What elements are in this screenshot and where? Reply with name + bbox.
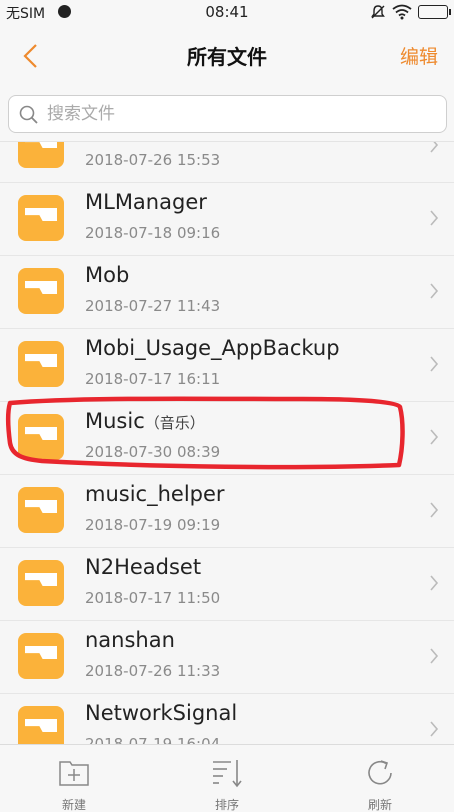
- file-date: 2018-07-18 09:16: [85, 224, 221, 242]
- status-icons: [370, 4, 451, 20]
- file-list: 2018-07-26 15:53 MLManager 2018-07-18 09…: [0, 142, 454, 744]
- file-item[interactable]: MLManager 2018-07-18 09:16: [0, 183, 454, 256]
- chevron-right-icon: [430, 142, 439, 153]
- chevron-right-icon: [430, 356, 439, 372]
- battery-icon: [418, 5, 451, 19]
- file-item[interactable]: Mobi_Usage_AppBackup 2018-07-17 16:11: [0, 329, 454, 402]
- chevron-right-icon: [430, 648, 439, 664]
- file-item[interactable]: N2Headset 2018-07-17 11:50: [0, 548, 454, 621]
- new-button[interactable]: 新建: [19, 745, 129, 812]
- back-icon[interactable]: [20, 43, 44, 69]
- refresh-label: 刷新: [367, 798, 392, 812]
- search-input[interactable]: [47, 100, 427, 128]
- chevron-right-icon: [430, 721, 439, 737]
- file-item[interactable]: nanshan 2018-07-26 11:33: [0, 621, 454, 694]
- file-name: Mob: [85, 263, 130, 287]
- mute-icon: [371, 5, 385, 19]
- status-bar: 无SIM 08:41: [0, 0, 454, 26]
- file-date: 2018-07-26 11:33: [85, 662, 221, 680]
- file-date: 2018-07-26 15:53: [85, 151, 221, 169]
- folder-icon: [18, 414, 64, 460]
- folder-icon: [18, 268, 64, 314]
- search-icon: [19, 105, 38, 124]
- refresh-icon: [368, 760, 392, 785]
- file-item[interactable]: 2018-07-26 15:53: [0, 142, 454, 183]
- file-item-music[interactable]: Music（音乐） 2018-07-30 08:39: [0, 402, 454, 475]
- edit-button[interactable]: 编辑: [400, 42, 438, 69]
- folder-icon: [18, 633, 64, 679]
- sort-label: 排序: [214, 798, 239, 812]
- search-box[interactable]: [8, 95, 447, 133]
- file-date: 2018-07-19 16:04: [85, 735, 221, 744]
- chevron-right-icon: [430, 575, 439, 591]
- chevron-right-icon: [430, 283, 439, 299]
- page-title: 所有文件: [187, 45, 267, 69]
- file-name-main: Music: [85, 409, 145, 433]
- file-date: 2018-07-19 09:19: [85, 516, 221, 534]
- chevron-right-icon: [430, 502, 439, 518]
- file-item[interactable]: Mob 2018-07-27 11:43: [0, 256, 454, 329]
- file-name: nanshan: [85, 628, 175, 652]
- file-item[interactable]: music_helper 2018-07-19 09:19: [0, 475, 454, 548]
- folder-icon: [18, 341, 64, 387]
- file-name: MLManager: [85, 190, 207, 214]
- sort-icon: [213, 760, 242, 788]
- file-date: 2018-07-17 16:11: [85, 370, 221, 388]
- folder-icon: [18, 142, 64, 168]
- folder-icon: [18, 560, 64, 606]
- file-name-suffix: （音乐）: [144, 414, 205, 432]
- new-folder-icon: [59, 761, 89, 786]
- file-date: 2018-07-30 08:39: [85, 443, 221, 461]
- refresh-button[interactable]: 刷新: [325, 745, 435, 812]
- file-item[interactable]: NetworkSignal 2018-07-19 16:04: [0, 694, 454, 744]
- folder-icon: [18, 487, 64, 533]
- new-label: 新建: [61, 798, 86, 812]
- file-name: Mobi_Usage_AppBackup: [85, 336, 340, 360]
- folder-icon: [18, 706, 64, 744]
- chevron-right-icon: [430, 429, 439, 445]
- search-bar: [0, 86, 454, 142]
- sort-button[interactable]: 排序: [172, 745, 282, 812]
- chevron-right-icon: [430, 210, 439, 226]
- file-name: Music（音乐）: [85, 409, 205, 433]
- file-date: 2018-07-27 11:43: [85, 297, 221, 315]
- file-name: NetworkSignal: [85, 701, 238, 725]
- file-name: N2Headset: [85, 555, 202, 579]
- nav-bar: 所有文件 编辑: [0, 26, 454, 86]
- file-name: music_helper: [85, 482, 225, 506]
- bottom-toolbar: 新建 排序 刷新: [0, 744, 454, 812]
- folder-icon: [18, 195, 64, 241]
- wifi-icon: [392, 4, 412, 20]
- file-date: 2018-07-17 11:50: [85, 589, 221, 607]
